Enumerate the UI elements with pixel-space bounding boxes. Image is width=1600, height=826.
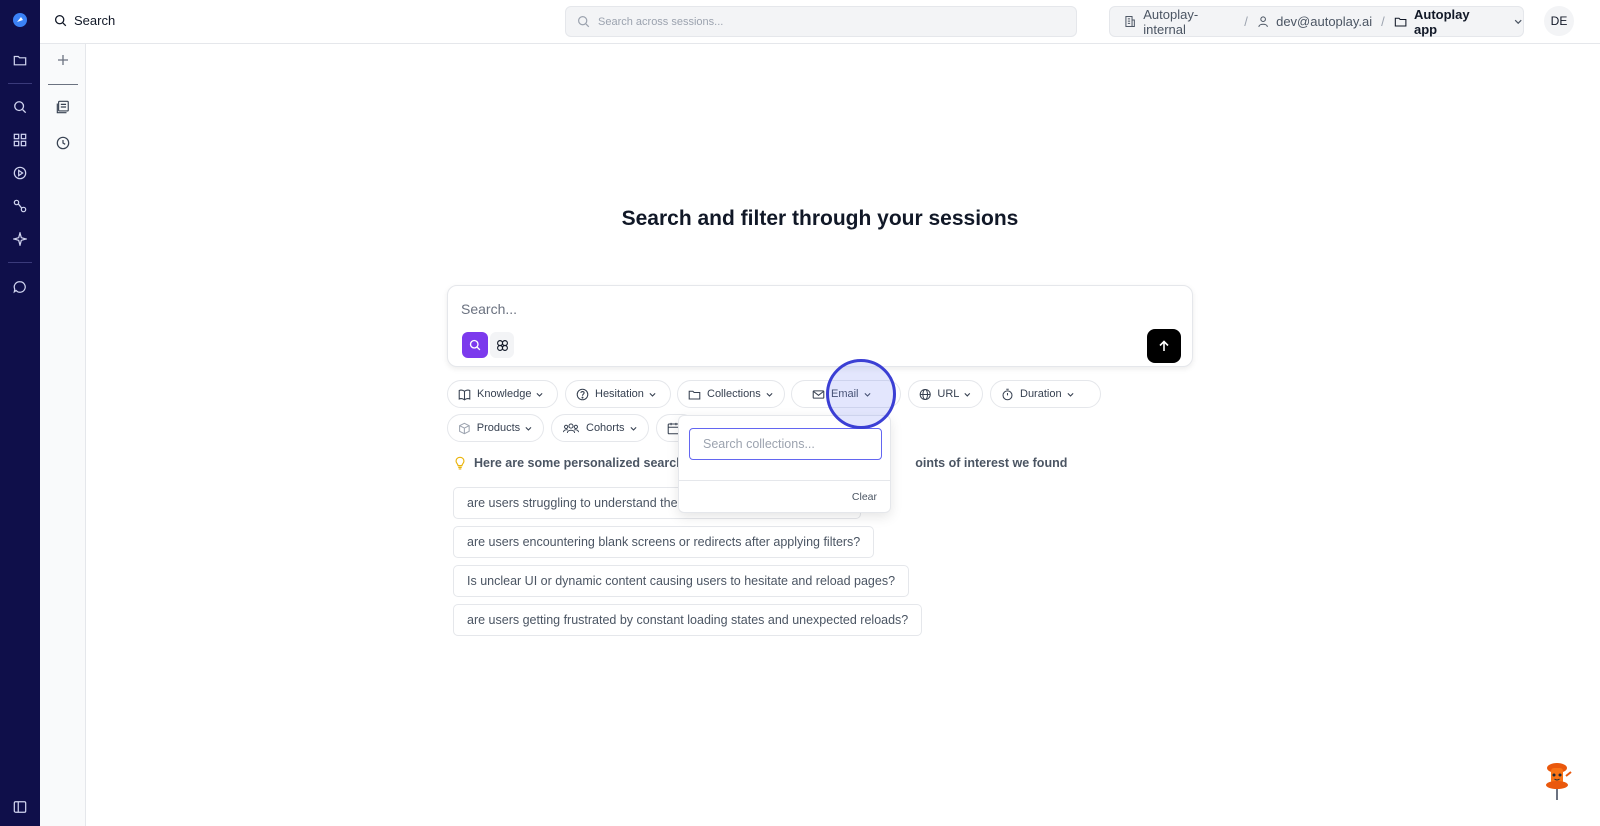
filter-collections-label: Collections bbox=[707, 388, 761, 400]
filter-url[interactable]: URL bbox=[908, 380, 983, 408]
package-icon bbox=[459, 422, 470, 434]
chevron-down-icon bbox=[1067, 392, 1074, 397]
filter-products[interactable]: Products bbox=[447, 414, 544, 442]
search-mode-button[interactable] bbox=[462, 332, 488, 358]
chevron-down-icon bbox=[766, 392, 773, 397]
search-icon[interactable] bbox=[10, 97, 30, 117]
filter-products-label: Products bbox=[476, 422, 521, 434]
avatar[interactable]: DE bbox=[1544, 6, 1574, 36]
history-icon[interactable] bbox=[54, 134, 72, 152]
sparkle-icon[interactable] bbox=[10, 229, 30, 249]
breadcrumb-app[interactable]: Autoplay app bbox=[1414, 7, 1492, 37]
folder-icon[interactable] bbox=[10, 50, 30, 70]
chevron-down-icon bbox=[525, 426, 532, 431]
globe-icon bbox=[919, 388, 931, 400]
click-indicator bbox=[826, 359, 896, 429]
filter-knowledge-label: Knowledge bbox=[477, 388, 532, 400]
chat-icon[interactable] bbox=[10, 277, 30, 297]
filter-cohorts[interactable]: Cohorts bbox=[551, 414, 649, 442]
search-collections-input[interactable]: Search collections... bbox=[689, 428, 882, 460]
suggestion-item[interactable]: are users getting frustrated by constant… bbox=[453, 604, 923, 636]
dashboard-icon[interactable] bbox=[10, 130, 30, 150]
plus-icon[interactable] bbox=[54, 51, 72, 69]
main-heading: Search and filter through your sessions bbox=[621, 207, 1019, 230]
users-icon bbox=[563, 423, 579, 433]
rail-divider bbox=[8, 83, 32, 84]
session-search-box[interactable]: Search... bbox=[447, 285, 1193, 367]
lightbulb-icon bbox=[455, 456, 465, 470]
mail-icon bbox=[812, 389, 825, 399]
filter-duration-label: Duration bbox=[1020, 388, 1062, 400]
suggestion-item[interactable]: Is unclear UI or dynamic content causing… bbox=[453, 565, 910, 597]
breadcrumb[interactable]: Autoplay-internal / dev@autoplay.ai / Au… bbox=[1109, 6, 1524, 37]
page-title: Search bbox=[54, 13, 115, 28]
secondary-panel bbox=[40, 44, 86, 826]
breadcrumb-user[interactable]: dev@autoplay.ai bbox=[1276, 14, 1372, 29]
page-title-label: Search bbox=[74, 13, 116, 28]
filter-collections[interactable]: Collections bbox=[677, 380, 785, 408]
chevron-down-icon bbox=[964, 392, 971, 397]
chevron-down-icon[interactable] bbox=[1513, 16, 1523, 27]
suggestion-item[interactable]: are users encountering blank screens or … bbox=[453, 526, 875, 558]
chevron-down-icon bbox=[536, 392, 543, 397]
search-icon bbox=[469, 339, 481, 351]
search-icon bbox=[54, 14, 67, 27]
mascot-pushpin-icon[interactable] bbox=[1540, 760, 1574, 802]
chevron-down-icon bbox=[649, 392, 656, 397]
search-icon bbox=[578, 16, 590, 28]
global-search-placeholder: Search across sessions... bbox=[598, 15, 724, 28]
ai-icon bbox=[496, 339, 508, 351]
global-search-input[interactable]: Search across sessions... bbox=[565, 6, 1077, 37]
left-nav-rail bbox=[0, 0, 40, 826]
timer-icon bbox=[1002, 388, 1013, 400]
filter-cohorts-label: Cohorts bbox=[586, 422, 625, 434]
filter-knowledge[interactable]: Knowledge bbox=[447, 380, 558, 408]
filter-hesitation-label: Hesitation bbox=[595, 388, 644, 400]
dropdown-divider bbox=[679, 480, 890, 481]
filter-duration[interactable]: Duration bbox=[990, 380, 1101, 408]
building-icon bbox=[1125, 16, 1135, 27]
play-icon[interactable] bbox=[10, 163, 30, 183]
top-bar: Search Search across sessions... Autopla… bbox=[40, 0, 1600, 44]
collections-dropdown: Search collections... Clear bbox=[678, 415, 891, 513]
sessions-icon[interactable] bbox=[54, 98, 72, 116]
search-input[interactable]: Search... bbox=[461, 301, 517, 317]
breadcrumb-separator: / bbox=[1244, 14, 1248, 29]
autoplay-logo-icon[interactable] bbox=[10, 10, 30, 30]
folder-icon bbox=[688, 390, 701, 399]
rail-divider bbox=[8, 262, 32, 263]
folder-icon bbox=[1394, 17, 1407, 27]
book-icon bbox=[458, 388, 471, 400]
filter-url-label: URL bbox=[937, 388, 960, 400]
clear-button[interactable]: Clear bbox=[852, 491, 877, 503]
tip-text-end: oints of interest we found bbox=[915, 456, 1068, 470]
breadcrumb-separator: / bbox=[1381, 14, 1385, 29]
tip-text: Here are some personalized search s bbox=[474, 456, 695, 470]
chevron-down-icon bbox=[630, 426, 637, 431]
panel-divider bbox=[48, 84, 78, 85]
sidebar-toggle-icon[interactable] bbox=[10, 797, 30, 817]
help-circle-icon bbox=[576, 388, 589, 400]
user-icon bbox=[1258, 16, 1268, 28]
arrow-up-icon bbox=[1159, 340, 1169, 351]
filter-hesitation[interactable]: Hesitation bbox=[565, 380, 671, 408]
send-button[interactable] bbox=[1147, 329, 1181, 363]
breadcrumb-org[interactable]: Autoplay-internal bbox=[1143, 7, 1235, 37]
ai-mode-button[interactable] bbox=[490, 332, 514, 358]
